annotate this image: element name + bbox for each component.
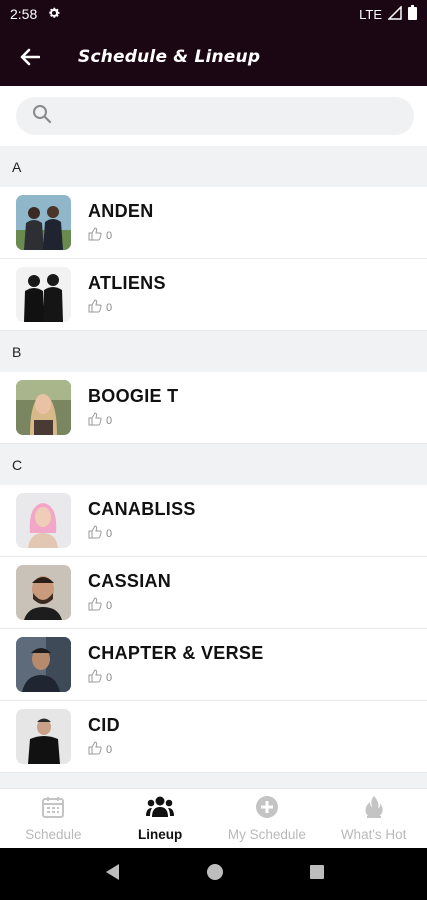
thumbs-up-icon: [88, 525, 102, 542]
search-input[interactable]: [64, 101, 384, 131]
people-icon: [146, 795, 175, 824]
like-count[interactable]: 0: [88, 412, 178, 429]
section-header-b: B: [0, 331, 427, 372]
tab-label: Schedule: [25, 827, 82, 842]
section-header-next: [0, 773, 427, 788]
artist-row-chapter-and-verse[interactable]: CHAPTER & VERSE 0: [0, 629, 427, 701]
network-label: LTE: [359, 6, 382, 22]
artist-name: CHAPTER & VERSE: [88, 643, 264, 663]
artist-photo: [16, 637, 71, 692]
back-arrow-icon[interactable]: [0, 28, 60, 86]
thumbs-up-icon: [88, 299, 102, 316]
thumbs-up-icon: [88, 669, 102, 686]
thumbs-up-icon: [88, 741, 102, 758]
search-icon: [32, 104, 52, 129]
like-count-value: 0: [106, 743, 113, 756]
tab-whats-hot[interactable]: What's Hot: [320, 789, 427, 848]
tab-label: What's Hot: [340, 827, 407, 842]
like-count-value: 0: [106, 527, 113, 540]
like-count-value: 0: [106, 414, 113, 427]
like-count[interactable]: 0: [88, 597, 171, 614]
thumbs-up-icon: [88, 597, 102, 614]
tab-lineup[interactable]: Lineup: [107, 789, 214, 848]
plus-circle-icon: [255, 795, 279, 824]
nav-home-icon[interactable]: [206, 863, 224, 886]
artist-name: ATLIENS: [88, 273, 166, 293]
calendar-icon: [41, 795, 65, 824]
battery-icon: [408, 5, 417, 23]
search-area: [0, 86, 427, 146]
artist-name: CID: [88, 715, 120, 735]
artist-name: CASSIAN: [88, 571, 172, 591]
artist-row-cassian[interactable]: CASSIAN 0: [0, 557, 427, 629]
artist-name: ANDEN: [88, 201, 154, 221]
like-count-value: 0: [106, 301, 113, 314]
artist-name: BOOGIE T: [88, 386, 179, 406]
settings-gear-icon: [47, 6, 61, 23]
artist-photo: [16, 380, 71, 435]
lineup-list: A ANDEN 0 ATLIENS 0 B BOOGIE T 0 C CANAB…: [0, 146, 427, 788]
section-header-a: A: [0, 146, 427, 187]
like-count-value: 0: [106, 229, 113, 242]
artist-name: CANABLISS: [88, 499, 196, 519]
like-count[interactable]: 0: [88, 299, 166, 316]
tab-label: Lineup: [138, 827, 183, 842]
signal-icon: [387, 4, 402, 23]
artist-photo: [16, 493, 71, 548]
like-count[interactable]: 0: [88, 227, 154, 244]
system-nav-bar: [0, 848, 427, 900]
bottom-tab-bar: Schedule Lineup My Schedule What's Hot: [0, 788, 427, 848]
artist-photo: [16, 565, 71, 620]
nav-recents-icon[interactable]: [309, 864, 325, 885]
tab-schedule[interactable]: Schedule: [0, 789, 107, 848]
thumbs-up-icon: [88, 412, 102, 429]
status-time: 2:58: [10, 6, 38, 22]
like-count[interactable]: 0: [88, 669, 264, 686]
artist-row-atliens[interactable]: ATLIENS 0: [0, 259, 427, 331]
status-bar: 2:58 LTE: [0, 0, 427, 28]
like-count[interactable]: 0: [88, 525, 196, 542]
tab-my-schedule[interactable]: My Schedule: [214, 789, 321, 848]
artist-photo: [16, 195, 71, 250]
page-title: Schedule & Lineup: [78, 47, 261, 67]
artist-photo: [16, 267, 71, 322]
artist-photo: [16, 709, 71, 764]
like-count-value: 0: [106, 599, 113, 612]
like-count[interactable]: 0: [88, 741, 120, 758]
artist-row-cid[interactable]: CID 0: [0, 701, 427, 773]
artist-row-anden[interactable]: ANDEN 0: [0, 187, 427, 259]
nav-back-icon[interactable]: [103, 862, 121, 887]
artist-row-boogie-t[interactable]: BOOGIE T 0: [0, 372, 427, 444]
artist-row-canabliss[interactable]: CANABLISS 0: [0, 485, 427, 557]
section-header-c: C: [0, 444, 427, 485]
like-count-value: 0: [106, 671, 113, 684]
thumbs-up-icon: [88, 227, 102, 244]
search-bar[interactable]: [16, 97, 414, 135]
flame-icon: [363, 795, 385, 824]
tab-label: My Schedule: [227, 827, 306, 842]
app-bar: Schedule & Lineup: [0, 28, 427, 86]
